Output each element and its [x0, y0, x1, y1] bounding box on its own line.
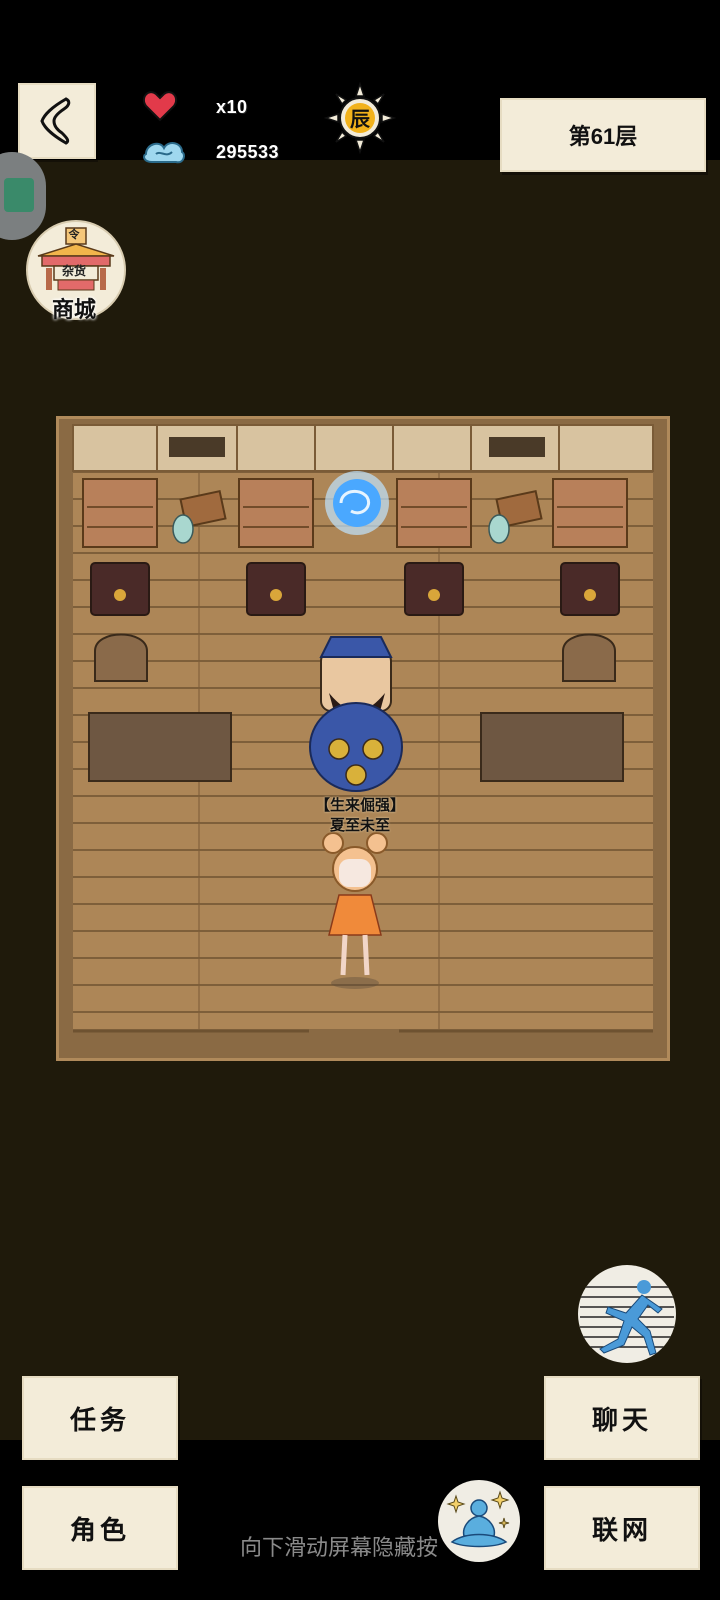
room-scene — [72, 424, 654, 1033]
shop-sign-main: 杂货 — [61, 264, 86, 278]
cloud-coin-icon — [142, 136, 188, 173]
shop-label: 商城 — [51, 297, 96, 322]
counter — [480, 712, 624, 782]
wall-vent — [169, 437, 225, 457]
floor-indicator: 第61层 — [500, 98, 706, 172]
life-count: x10 — [216, 97, 248, 117]
npc-title: 【生来倔强】 — [314, 797, 405, 814]
quest-button[interactable]: 任务 — [22, 1376, 178, 1460]
dresser — [396, 478, 472, 548]
game-room — [56, 416, 670, 1061]
back-button[interactable] — [18, 83, 96, 159]
hint-text: 向下滑动屏幕隐藏按 — [240, 1535, 439, 1560]
barrel-chest — [562, 633, 616, 682]
shop-sign-top: 令 — [68, 229, 80, 241]
network-button[interactable]: 联网 — [544, 1486, 700, 1570]
barrel-chest — [94, 633, 148, 682]
app-logo-icon — [4, 178, 34, 212]
sprint-button[interactable] — [578, 1265, 676, 1363]
meditation-icon — [446, 1490, 510, 1548]
running-man-icon — [580, 1280, 674, 1356]
portal — [325, 471, 389, 535]
chat-button[interactable]: 聊天 — [544, 1376, 700, 1460]
wall-vent — [489, 437, 545, 457]
sun-icon: 辰 — [323, 81, 397, 155]
time-char: 辰 — [350, 107, 371, 131]
dresser — [552, 478, 628, 548]
heart-icon — [142, 88, 178, 129]
dresser — [238, 478, 314, 548]
meditate-button[interactable] — [438, 1480, 520, 1562]
chevron-left-icon — [40, 97, 71, 145]
counter — [88, 712, 232, 782]
coin-count: 295533 — [216, 142, 280, 162]
role-button[interactable]: 角色 — [22, 1486, 178, 1570]
npc-name[interactable]: 夏至未至 — [280, 814, 440, 835]
dresser — [82, 478, 158, 548]
